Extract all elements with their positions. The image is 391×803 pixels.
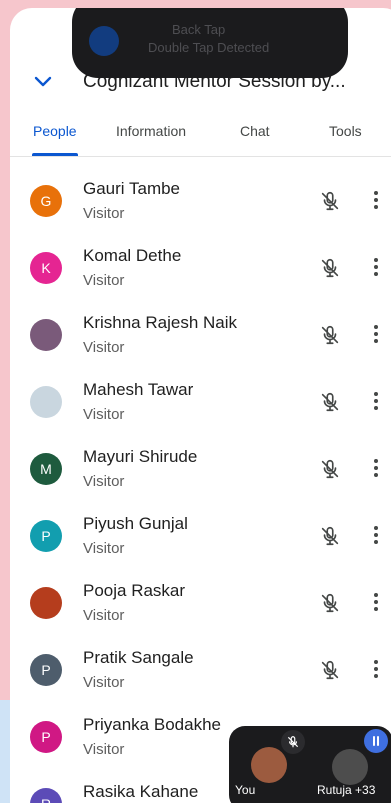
participant-row[interactable]: Pooja Raskar Visitor xyxy=(10,570,391,637)
avatar: M xyxy=(30,453,62,485)
more-vert-icon[interactable] xyxy=(372,255,380,279)
avatar: P xyxy=(30,520,62,552)
chevron-down-icon[interactable] xyxy=(34,76,52,88)
tab-information[interactable]: Information xyxy=(116,123,186,139)
tab-people[interactable]: People xyxy=(33,123,77,139)
picture-in-picture[interactable]: You Rutuja +33 xyxy=(229,726,391,803)
participant-role: Visitor xyxy=(83,540,125,557)
avatar-initial: K xyxy=(41,260,51,276)
toast-subtitle: Double Tap Detected xyxy=(148,40,270,55)
participant-name: Mayuri Shirude xyxy=(83,447,198,466)
more-vert-icon[interactable] xyxy=(372,456,380,480)
participant-name: Pooja Raskar xyxy=(83,581,186,600)
more-vert-icon[interactable] xyxy=(372,389,380,413)
avatar-initial: R xyxy=(41,796,51,803)
other-participant-name: Rutuja xyxy=(317,783,352,797)
participant-role: Visitor xyxy=(83,607,125,624)
avatar: K xyxy=(30,252,62,284)
participant-row[interactable]: Krishna Rajesh Naik Visitor xyxy=(10,302,391,369)
participant-row[interactable]: P Piyush Gunjal Visitor xyxy=(10,503,391,570)
participant-name: Mahesh Tawar xyxy=(83,380,194,399)
participant-role: Visitor xyxy=(83,674,125,691)
participant-name: Komal Dethe xyxy=(83,246,182,265)
avatar-initial: M xyxy=(40,461,52,477)
participant-role: Visitor xyxy=(83,339,125,356)
participant-role: Visitor xyxy=(83,473,125,490)
participant-role: Visitor xyxy=(83,205,125,222)
more-vert-icon[interactable] xyxy=(372,188,380,212)
tab-bar: People Information Chat Tools xyxy=(10,113,391,157)
active-tab-indicator xyxy=(32,153,78,156)
more-vert-icon[interactable] xyxy=(372,657,380,681)
avatar xyxy=(30,587,62,619)
mic-off-icon[interactable] xyxy=(319,257,341,279)
mic-off-icon[interactable] xyxy=(319,458,341,480)
avatar: P xyxy=(30,721,62,753)
participant-name: Piyush Gunjal xyxy=(83,514,188,533)
extra-participant-count: +33 xyxy=(355,783,376,797)
phone-screen: Back Tap Double Tap Detected Cognizant M… xyxy=(10,8,391,803)
avatar-initial: P xyxy=(41,729,51,745)
participant-row[interactable]: M Mayuri Shirude Visitor xyxy=(10,436,391,503)
self-label: You xyxy=(235,783,256,797)
participant-list: G Gauri Tambe Visitor K Komal Dethe Visitor Kr… xyxy=(10,168,391,803)
mic-off-icon[interactable] xyxy=(319,592,341,614)
participant-row[interactable]: P Pratik Sangale Visitor xyxy=(10,637,391,704)
accessibility-icon xyxy=(89,26,119,56)
participant-name: Pratik Sangale xyxy=(83,648,194,667)
other-participant-label: Rutuja +33 xyxy=(317,783,375,797)
participant-name: Priyanka Bodakhe xyxy=(83,715,221,734)
avatar xyxy=(30,386,62,418)
mic-off-icon[interactable] xyxy=(319,391,341,413)
participant-row[interactable]: K Komal Dethe Visitor xyxy=(10,235,391,302)
mic-off-icon[interactable] xyxy=(319,190,341,212)
more-vert-icon[interactable] xyxy=(372,590,380,614)
tab-tools[interactable]: Tools xyxy=(329,123,362,139)
avatar: G xyxy=(30,185,62,217)
mic-off-icon[interactable] xyxy=(319,324,341,346)
more-vert-icon[interactable] xyxy=(372,322,380,346)
other-participant-avatar xyxy=(332,749,368,785)
participant-role: Visitor xyxy=(83,406,125,423)
participant-role: Visitor xyxy=(83,272,125,289)
participant-row[interactable]: Mahesh Tawar Visitor xyxy=(10,369,391,436)
avatar: P xyxy=(30,654,62,686)
mic-off-icon[interactable] xyxy=(319,525,341,547)
participant-row[interactable]: G Gauri Tambe Visitor xyxy=(10,168,391,235)
participant-name: Krishna Rajesh Naik xyxy=(83,313,238,332)
avatar: R xyxy=(30,788,62,803)
self-avatar xyxy=(251,747,287,783)
avatar xyxy=(30,319,62,351)
audio-level-icon xyxy=(364,729,388,753)
participant-role: Visitor xyxy=(83,741,125,758)
avatar-initial: P xyxy=(41,528,51,544)
avatar-initial: P xyxy=(41,662,51,678)
more-vert-icon[interactable] xyxy=(372,523,380,547)
mic-off-icon[interactable] xyxy=(319,659,341,681)
toast-title: Back Tap xyxy=(172,22,226,37)
back-tap-toast: Back Tap Double Tap Detected xyxy=(72,8,348,78)
participant-name: Gauri Tambe xyxy=(83,179,181,198)
tab-chat[interactable]: Chat xyxy=(240,123,270,139)
participant-name: Rasika Kahane xyxy=(83,782,199,801)
avatar-initial: G xyxy=(40,193,52,209)
mic-off-icon xyxy=(281,730,305,754)
